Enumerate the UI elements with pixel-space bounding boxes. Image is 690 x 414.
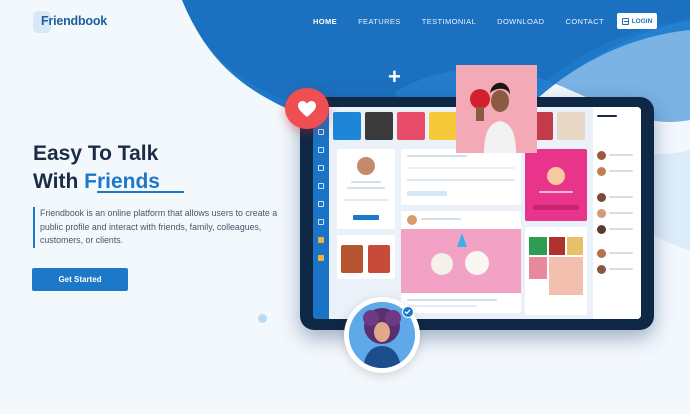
brand-logo[interactable]: Friendbook xyxy=(33,11,107,33)
preview-profile-card xyxy=(337,149,395,229)
nav-features[interactable]: FEATURES xyxy=(358,17,401,26)
preview-rail-icon xyxy=(318,201,324,207)
nav-home[interactable]: HOME xyxy=(313,17,337,26)
hero-title-line1: Easy To Talk xyxy=(33,142,159,165)
preview-story xyxy=(365,112,393,140)
hero-description: Friendbook is an online platform that al… xyxy=(33,207,285,248)
get-started-button[interactable]: Get Started xyxy=(32,268,128,291)
hero-title: Easy To Talk With Friends xyxy=(33,140,160,196)
preview-post-image xyxy=(401,229,521,293)
preview-story xyxy=(397,112,425,140)
preview-gallery xyxy=(525,227,587,315)
preview-story xyxy=(429,112,457,140)
landing-page: Friendbook HOME FEATURES TESTIMONIAL DOW… xyxy=(0,0,690,414)
preview-rail-icon xyxy=(318,183,324,189)
main-nav: HOME FEATURES TESTIMONIAL DOWNLOAD CONTA… xyxy=(292,17,604,26)
preview-rail-icon xyxy=(318,237,324,243)
preview-rail-icon xyxy=(318,147,324,153)
preview-feed-post xyxy=(401,211,521,313)
preview-birthday-card xyxy=(525,149,587,221)
floating-profile-photo xyxy=(456,65,537,153)
decorative-dot xyxy=(258,314,267,323)
plus-icon: + xyxy=(388,64,401,89)
nav-download[interactable]: DOWNLOAD xyxy=(497,17,544,26)
preview-story xyxy=(333,112,361,140)
preview-rail-icon xyxy=(318,165,324,171)
login-icon xyxy=(621,17,629,25)
preview-suggestions xyxy=(337,235,395,279)
like-bubble xyxy=(285,88,329,129)
preview-story xyxy=(557,112,585,140)
preview-create-post xyxy=(401,149,521,205)
hero-title-prefix: With xyxy=(33,170,85,193)
brand-name: Friendbook xyxy=(41,14,108,28)
nav-contact[interactable]: CONTACT xyxy=(566,17,605,26)
heart-icon xyxy=(298,100,316,117)
preview-sidebar xyxy=(313,107,329,319)
login-button[interactable]: LOGIN xyxy=(617,13,657,29)
hero-title-highlight: Friends xyxy=(84,170,160,193)
preview-rail-icon xyxy=(318,219,324,225)
nav-testimonial[interactable]: TESTIMONIAL xyxy=(422,17,476,26)
preview-rail-icon xyxy=(318,129,324,135)
hero-title-underline xyxy=(97,191,184,193)
boxer-illustration xyxy=(456,65,537,153)
login-label: LOGIN xyxy=(631,17,653,25)
preview-friends-list xyxy=(593,107,641,319)
preview-avatar xyxy=(357,157,375,175)
preview-rail-icon xyxy=(318,255,324,261)
verified-check-icon xyxy=(402,306,414,318)
